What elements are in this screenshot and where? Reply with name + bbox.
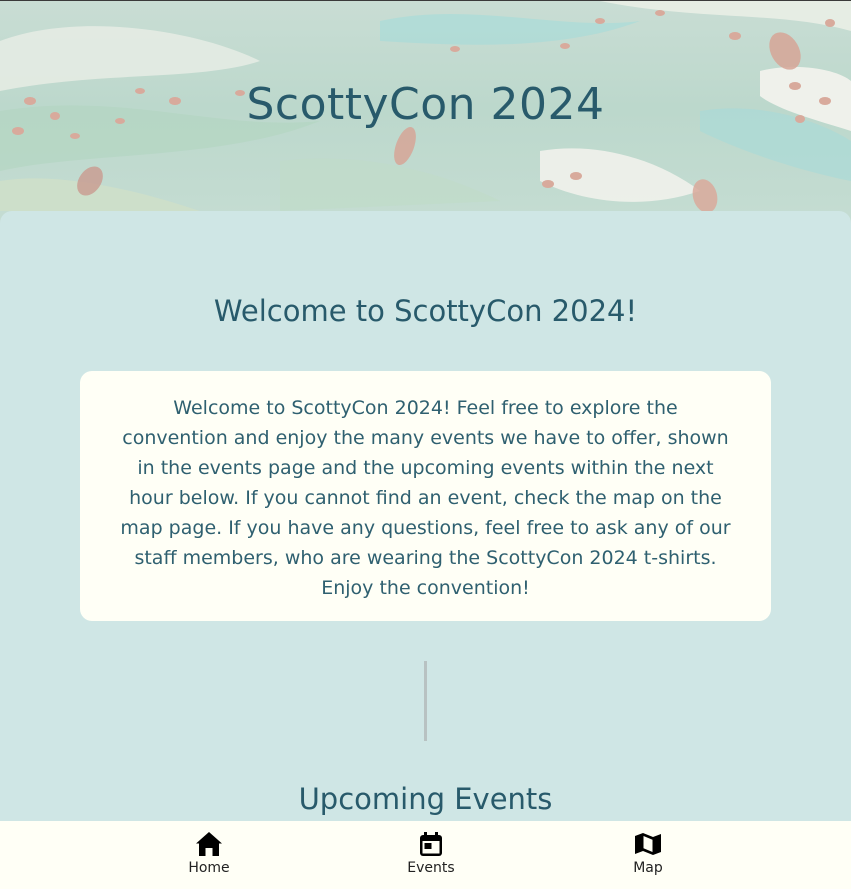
welcome-text: Welcome to ScottyCon 2024! Feel free to …: [120, 397, 731, 599]
upcoming-events-heading: Upcoming Events: [298, 782, 553, 816]
hero-banner: ScottyCon 2024: [0, 0, 851, 240]
map-icon: [635, 833, 661, 855]
nav-item-label: Map: [633, 860, 663, 876]
nav-item-label: Events: [407, 860, 455, 876]
welcome-card: Welcome to ScottyCon 2024! Feel free to …: [80, 371, 771, 621]
section-divider: [424, 661, 427, 741]
main-content: Welcome to ScottyCon 2024! Welcome to Sc…: [0, 211, 851, 889]
nav-item-events[interactable]: Events: [381, 831, 481, 876]
bottom-navigation: Home Events Map: [0, 821, 851, 889]
nav-item-label: Home: [188, 860, 230, 876]
nav-item-home[interactable]: Home: [159, 831, 259, 876]
welcome-heading: Welcome to ScottyCon 2024!: [213, 294, 638, 328]
nav-item-map[interactable]: Map: [598, 831, 698, 876]
home-icon: [196, 832, 222, 856]
site-title: ScottyCon 2024: [246, 79, 605, 130]
calendar-icon: [420, 832, 442, 856]
